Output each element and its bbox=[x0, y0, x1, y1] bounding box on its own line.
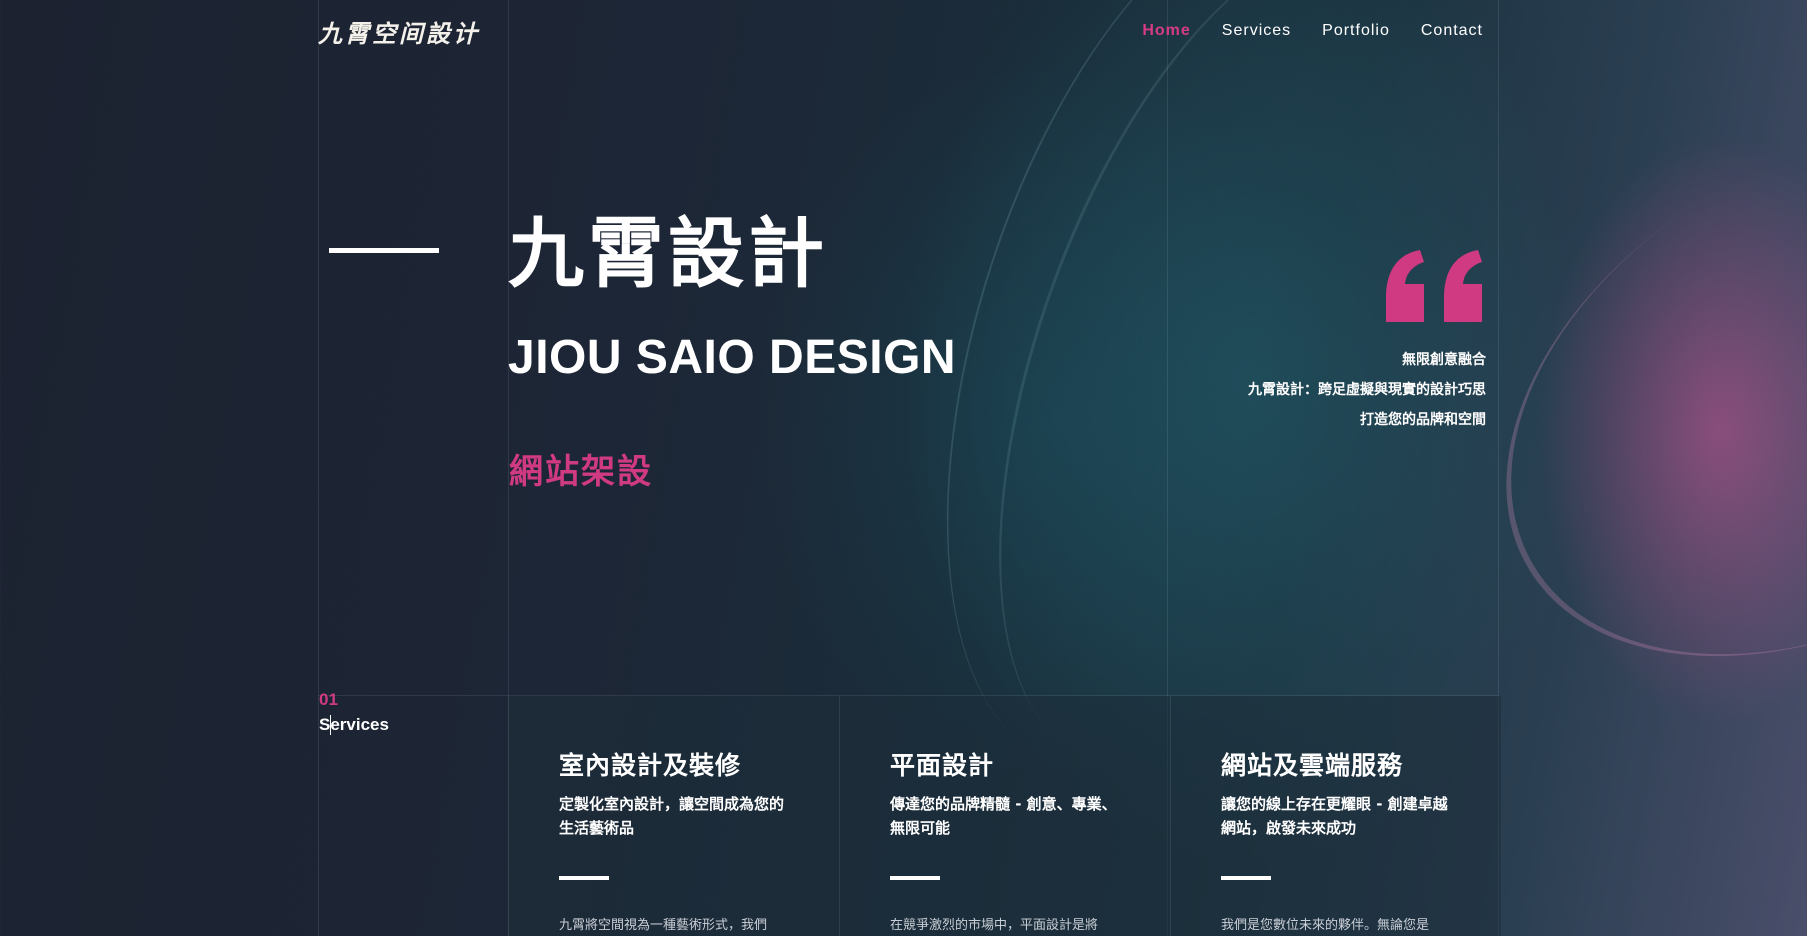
service-card-lead: 傳達您的品牌精髓 - 創意、專業、無限可能 bbox=[890, 795, 1117, 837]
service-card-body: 我們是您數位未來的夥伴。無論您是 bbox=[1221, 918, 1430, 933]
nav-item-portfolio[interactable]: Portfolio bbox=[1322, 22, 1390, 40]
text-cursor bbox=[330, 715, 331, 735]
landing-page: 九霄空间設计 Home Services Portfolio Contact 九… bbox=[0, 0, 1807, 936]
service-card-web[interactable]: 網站及雲端服務 讓您的線上存在更耀眼 - 創建卓越網站，啟發未來成功 我們是您數… bbox=[1170, 696, 1501, 936]
service-card-divider bbox=[1221, 876, 1271, 880]
grid-line bbox=[318, 0, 319, 936]
hero-title: 九霄設計 bbox=[508, 209, 828, 298]
service-cards: 室內設計及裝修 定製化室內設計，讓空間成為您的生活藝術品 九霄將空間視為一種藝術… bbox=[508, 696, 1501, 936]
service-card-lead: 定製化室內設計，讓空間成為您的生活藝術品 bbox=[559, 795, 785, 837]
service-card-lead: 讓您的線上存在更耀眼 - 創建卓越網站，啟發未來成功 bbox=[1221, 795, 1448, 837]
nav-item-contact[interactable]: Contact bbox=[1421, 22, 1483, 40]
service-card-graphic[interactable]: 平面設計 傳達您的品牌精髓 - 創意、專業、無限可能 在競爭激烈的市場中，平面設… bbox=[839, 696, 1170, 936]
hero-subtitle: JIOU SAIO DESIGN bbox=[508, 331, 957, 384]
nav-item-services[interactable]: Services bbox=[1222, 22, 1291, 40]
quote-line: 無限創意融合 bbox=[1402, 352, 1486, 368]
service-card-body: 九霄將空間視為一種藝術形式，我們 bbox=[559, 918, 768, 933]
service-card-title: 平面設計 bbox=[890, 751, 995, 780]
service-card-interior[interactable]: 室內設計及裝修 定製化室內設計，讓空間成為您的生活藝術品 九霄將空間視為一種藝術… bbox=[508, 696, 839, 936]
service-card-divider bbox=[890, 876, 940, 880]
main-nav: Home Services Portfolio Contact bbox=[1142, 22, 1483, 40]
section-number: 01 bbox=[319, 690, 338, 709]
service-card-body: 在競爭激烈的市場中，平面設計是將 bbox=[890, 918, 1099, 933]
quote-text: 無限創意融合 九霄設計：跨足虛擬與現實的設計巧思 打造您的品牌和空間 bbox=[1248, 345, 1486, 435]
quote-line: 打造您的品牌和空間 bbox=[1360, 412, 1486, 428]
quote-line: 九霄設計：跨足虛擬與現實的設計巧思 bbox=[1248, 382, 1486, 398]
quote-icon bbox=[1386, 250, 1482, 322]
nav-item-home[interactable]: Home bbox=[1142, 22, 1190, 40]
site-logo[interactable]: 九霄空间設计 bbox=[318, 14, 480, 49]
hero-tagline: 網站架設 bbox=[509, 452, 653, 492]
service-card-divider bbox=[559, 876, 609, 880]
service-card-title: 室內設計及裝修 bbox=[559, 751, 742, 780]
service-card-title: 網站及雲端服務 bbox=[1221, 751, 1404, 780]
hero-dash-line bbox=[329, 248, 439, 253]
